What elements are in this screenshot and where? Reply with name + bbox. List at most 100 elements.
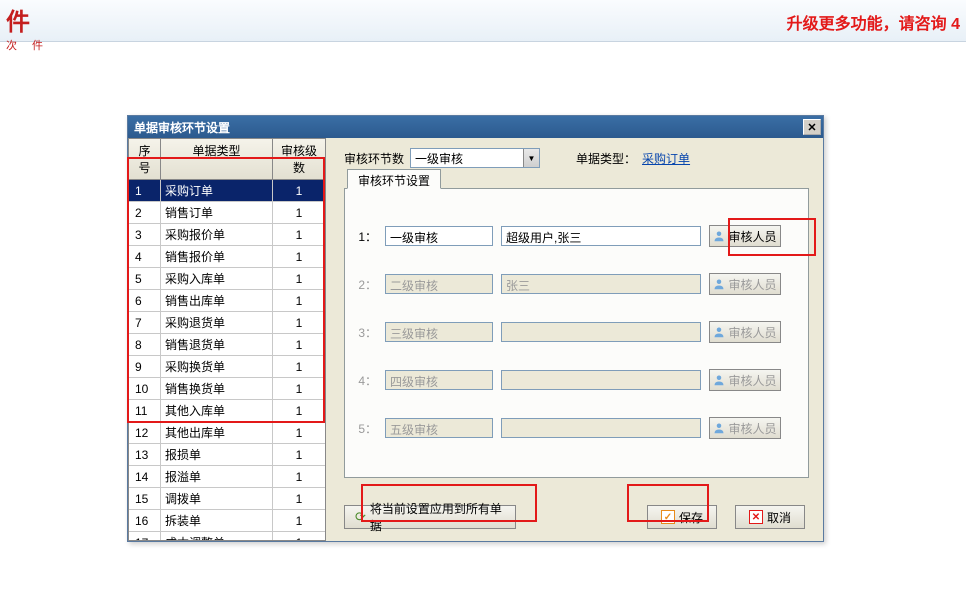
table-row[interactable]: 13报损单1: [129, 444, 325, 466]
table-row[interactable]: 4销售报价单1: [129, 246, 325, 268]
level-index: 1：: [355, 228, 377, 245]
select-person-button: 审核人员: [709, 417, 781, 439]
cell-type: 销售退货单: [161, 334, 273, 355]
cell-type: 采购退货单: [161, 312, 273, 333]
level-person-input: 张三: [501, 274, 701, 294]
table-row[interactable]: 16拆装单1: [129, 510, 325, 532]
level-count-label: 审核环节数: [344, 150, 404, 167]
bottom-button-row: ⟳ 将当前设置应用到所有单据 ✓ 保存 ✕ 取消: [344, 505, 805, 529]
cell-num: 7: [129, 312, 161, 333]
cell-type: 采购报价单: [161, 224, 273, 245]
cell-type: 其他出库单: [161, 422, 273, 443]
level-index: 3：: [355, 324, 377, 341]
save-button[interactable]: ✓ 保存: [647, 505, 717, 529]
cell-num: 4: [129, 246, 161, 267]
dialog-titlebar[interactable]: 单据审核环节设置 ✕: [128, 116, 823, 138]
table-row[interactable]: 9采购换货单1: [129, 356, 325, 378]
cell-num: 2: [129, 202, 161, 223]
close-icon: ✕: [807, 121, 816, 134]
table-row[interactable]: 14报溢单1: [129, 466, 325, 488]
cell-num: 8: [129, 334, 161, 355]
table-row[interactable]: 5采购入库单1: [129, 268, 325, 290]
apply-all-label: 将当前设置应用到所有单据: [370, 500, 505, 534]
audit-level-row: 5： 五级审核 审核人员: [355, 417, 798, 439]
close-button[interactable]: ✕: [803, 119, 821, 135]
cell-level: 1: [273, 532, 325, 540]
cell-num: 17: [129, 532, 161, 540]
cell-level: 1: [273, 422, 325, 443]
select-person-button: 审核人员: [709, 321, 781, 343]
level-index: 5：: [355, 420, 377, 437]
cell-level: 1: [273, 466, 325, 487]
user-icon: [713, 326, 725, 338]
apply-icon: ⟳: [355, 509, 366, 525]
table-row[interactable]: 17成本调整单1: [129, 532, 325, 540]
cancel-button[interactable]: ✕ 取消: [735, 505, 805, 529]
cell-type: 采购订单: [161, 180, 273, 201]
audit-level-row: 3： 三级审核 审核人员: [355, 321, 798, 343]
table-row[interactable]: 8销售退货单1: [129, 334, 325, 356]
table-row[interactable]: 15调拨单1: [129, 488, 325, 510]
table-row[interactable]: 1采购订单1: [129, 180, 325, 202]
cell-level: 1: [273, 400, 325, 421]
top-banner: 件 次 件 升级更多功能，请咨询 4: [0, 0, 966, 42]
table-row[interactable]: 3采购报价单1: [129, 224, 325, 246]
table-row[interactable]: 11其他入库单1: [129, 400, 325, 422]
table-row[interactable]: 12其他出库单1: [129, 422, 325, 444]
cell-num: 3: [129, 224, 161, 245]
tab-audit-settings[interactable]: 审核环节设置: [347, 169, 441, 189]
user-icon: [713, 374, 725, 386]
cell-level: 1: [273, 510, 325, 531]
person-btn-label: 审核人员: [728, 420, 776, 437]
cell-type: 采购入库单: [161, 268, 273, 289]
level-index: 2：: [355, 276, 377, 293]
table-body: 1采购订单12销售订单13采购报价单14销售报价单15采购入库单16销售出库单1…: [129, 180, 325, 540]
col-header-type[interactable]: 单据类型: [161, 139, 273, 179]
cell-type: 销售报价单: [161, 246, 273, 267]
level-name-input: 五级审核: [385, 418, 493, 438]
cell-type: 销售换货单: [161, 378, 273, 399]
cell-type: 销售订单: [161, 202, 273, 223]
document-type-table: 序号 单据类型 审核级数 1采购订单12销售订单13采购报价单14销售报价单15…: [128, 138, 326, 541]
user-icon: [713, 278, 725, 290]
cancel-label: 取消: [767, 509, 791, 526]
level-count-value: 一级审核: [415, 150, 463, 167]
cell-num: 1: [129, 180, 161, 201]
save-label: 保存: [679, 509, 703, 526]
audit-settings-dialog: 单据审核环节设置 ✕ 序号 单据类型 审核级数 1采购订单12销售订单13采购报…: [127, 115, 824, 542]
person-btn-label: 审核人员: [728, 228, 776, 245]
level-person-input: [501, 418, 701, 438]
level-name-input: 三级审核: [385, 322, 493, 342]
cell-level: 1: [273, 356, 325, 377]
cell-type: 报溢单: [161, 466, 273, 487]
level-count-combo[interactable]: 一级审核 ▼: [410, 148, 540, 168]
cell-num: 12: [129, 422, 161, 443]
cancel-icon: ✕: [749, 510, 763, 524]
level-name-input: 二级审核: [385, 274, 493, 294]
table-row[interactable]: 7采购退货单1: [129, 312, 325, 334]
cell-level: 1: [273, 202, 325, 223]
apply-all-button[interactable]: ⟳ 将当前设置应用到所有单据: [344, 505, 516, 529]
level-count-row: 审核环节数 一级审核 ▼ 单据类型： 采购订单: [344, 148, 809, 168]
select-person-button: 审核人员: [709, 273, 781, 295]
person-btn-label: 审核人员: [728, 276, 776, 293]
col-header-level[interactable]: 审核级数: [273, 139, 325, 179]
doc-type-label: 单据类型：: [576, 150, 636, 167]
cell-level: 1: [273, 246, 325, 267]
col-header-num[interactable]: 序号: [129, 139, 161, 179]
cell-num: 16: [129, 510, 161, 531]
cell-num: 14: [129, 466, 161, 487]
person-btn-label: 审核人员: [728, 324, 776, 341]
select-person-button[interactable]: 审核人员: [709, 225, 781, 247]
logo-main: 件: [6, 2, 49, 37]
logo-area: 件 次 件: [6, 2, 49, 53]
table-header: 序号 单据类型 审核级数: [129, 139, 325, 180]
level-name-input[interactable]: 一级审核: [385, 226, 493, 246]
check-icon: ✓: [661, 510, 675, 524]
table-row[interactable]: 10销售换货单1: [129, 378, 325, 400]
table-row[interactable]: 6销售出库单1: [129, 290, 325, 312]
level-person-input[interactable]: 超级用户,张三: [501, 226, 701, 246]
table-row[interactable]: 2销售订单1: [129, 202, 325, 224]
doc-type-link[interactable]: 采购订单: [642, 150, 690, 167]
cell-num: 15: [129, 488, 161, 509]
